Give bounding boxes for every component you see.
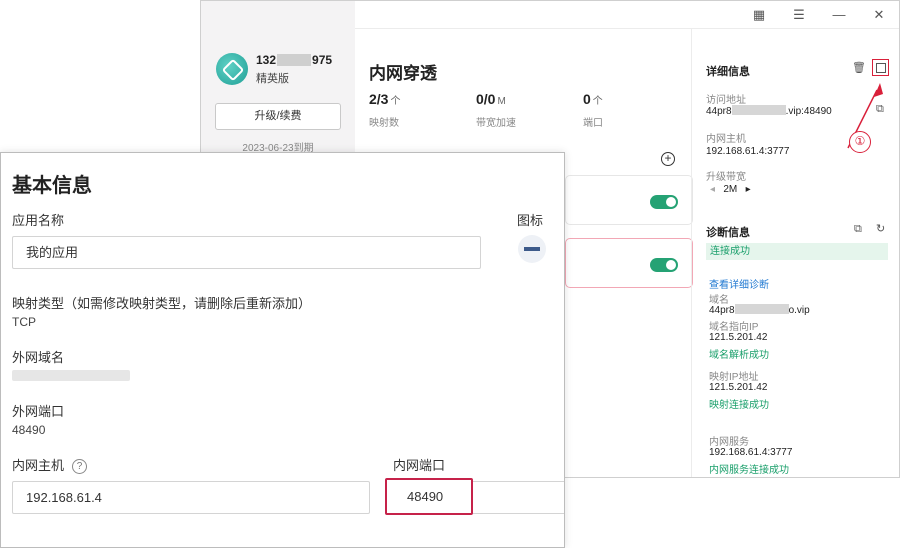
stat-unit: M bbox=[497, 96, 506, 107]
ext-port-value: 48490 bbox=[12, 423, 46, 437]
annotation-marker: ① bbox=[849, 131, 871, 153]
bandwidth-value: 2M bbox=[723, 184, 738, 195]
app-name-label: 应用名称 bbox=[12, 213, 65, 228]
domain-blur bbox=[734, 304, 789, 314]
access-label: 访问地址 bbox=[706, 95, 746, 106]
decrease-icon[interactable]: ◂ bbox=[710, 184, 715, 195]
account-number: 132 975 bbox=[256, 53, 332, 67]
upgrade-button[interactable]: 升级/续费 bbox=[215, 103, 341, 130]
access-blur bbox=[731, 105, 786, 115]
stat-label: 带宽加速 bbox=[476, 118, 516, 129]
stat-ports: 0个 端口 bbox=[583, 91, 603, 129]
map-ok: 映射连接成功 bbox=[709, 400, 769, 411]
add-mapping-icon[interactable]: + bbox=[661, 152, 675, 166]
map-ip-value: 121.5.201.42 bbox=[709, 382, 768, 393]
page-title: 内网穿透 bbox=[369, 64, 437, 83]
int-host-input[interactable]: 192.168.61.4 bbox=[12, 481, 370, 514]
stat-num: 0 bbox=[583, 91, 591, 107]
close-icon[interactable]: ✕ bbox=[871, 7, 887, 23]
int-port-input-extent bbox=[473, 481, 564, 514]
view-diag-link[interactable]: 查看详细诊断 bbox=[709, 276, 769, 291]
avatar[interactable] bbox=[216, 53, 248, 85]
mapping-toggle[interactable] bbox=[650, 258, 678, 272]
domain-ip-label: 域名指向IP bbox=[709, 322, 759, 333]
mapping-toggle[interactable] bbox=[650, 195, 678, 209]
detail-panel: 详细信息 🗑 访问地址 44pr8 .vip:48490 ⧉ 内网主机 192.1… bbox=[691, 29, 899, 477]
domain-prefix: 44pr8 bbox=[709, 305, 735, 316]
access-suffix: .vip:48490 bbox=[785, 106, 832, 117]
stat-num: 2/3 bbox=[369, 91, 389, 107]
refresh-icon[interactable]: ↻ bbox=[876, 222, 885, 235]
ext-port-label: 外网端口 bbox=[12, 404, 65, 419]
stat-label: 端口 bbox=[583, 118, 603, 129]
mapping-card[interactable] bbox=[565, 175, 693, 225]
increase-icon[interactable]: ▸ bbox=[746, 184, 751, 195]
title-bar: ▦ ☰ — ✕ bbox=[355, 1, 899, 29]
minimize-icon[interactable]: — bbox=[831, 7, 847, 23]
stat-mappings: 2/3 个 映射数 bbox=[369, 91, 400, 129]
icon-label: 图标 bbox=[517, 213, 544, 228]
dialog-title: 基本信息 bbox=[12, 175, 92, 197]
int-port-label: 内网端口 bbox=[393, 458, 446, 473]
svc-value: 192.168.61.4:3777 bbox=[709, 447, 793, 458]
copy-icon[interactable]: ⧉ bbox=[876, 103, 884, 116]
access-value: 44pr8 .vip:48490 bbox=[706, 105, 832, 117]
ext-domain-blurred bbox=[12, 370, 130, 381]
stat-unit: 个 bbox=[592, 96, 603, 107]
account-prefix: 132 bbox=[256, 53, 277, 67]
edit-icon[interactable] bbox=[872, 59, 889, 76]
qrcode-icon[interactable]: ▦ bbox=[751, 7, 767, 23]
int-port-input[interactable]: 48490 bbox=[385, 478, 473, 515]
mapping-card-selected[interactable] bbox=[565, 238, 693, 288]
host-label: 内网主机 bbox=[706, 134, 746, 145]
app-icon-preview[interactable] bbox=[518, 235, 546, 263]
domain-value: 44pr8 o.vip bbox=[709, 304, 810, 316]
app-name-input[interactable]: 我的应用 bbox=[12, 236, 481, 269]
account-blur bbox=[277, 54, 312, 66]
map-ip-label: 映射IP地址 bbox=[709, 372, 759, 383]
edition-label: 精英版 bbox=[256, 73, 289, 85]
stat-num: 0/0 bbox=[476, 91, 496, 107]
diag-status: 连接成功 bbox=[706, 243, 888, 260]
domain-ok: 域名解析成功 bbox=[709, 350, 769, 361]
int-host-label-row: 内网主机? bbox=[12, 455, 88, 474]
screenshot-stage: 132 975 精英版 升级/续费 2023-06-23到期 ▦ ☰ — ✕ 内网… bbox=[0, 0, 900, 548]
help-icon[interactable]: ? bbox=[72, 459, 88, 474]
ext-domain-label: 外网域名 bbox=[12, 350, 65, 365]
host-value: 192.168.61.4:3777 bbox=[706, 146, 790, 157]
copy-icon[interactable]: ⧉ bbox=[854, 223, 862, 236]
diag-title: 诊断信息 bbox=[706, 227, 750, 239]
access-prefix: 44pr8 bbox=[706, 106, 732, 117]
int-host-label: 内网主机 bbox=[12, 458, 65, 473]
account-suffix: 975 bbox=[312, 53, 333, 67]
basic-info-dialog: 基本信息 应用名称 图标 我的应用 映射类型（如需修改映射类型，请删除后重新添加… bbox=[0, 152, 565, 548]
stat-unit: 个 bbox=[390, 96, 401, 107]
trash-icon[interactable]: 🗑 bbox=[852, 61, 866, 74]
domain-ip-value: 121.5.201.42 bbox=[709, 332, 768, 343]
detail-title: 详细信息 bbox=[706, 66, 750, 78]
map-type-value: TCP bbox=[12, 315, 36, 329]
svc-ok: 内网服务连接成功 bbox=[709, 465, 789, 476]
map-type-label: 映射类型（如需修改映射类型，请删除后重新添加） bbox=[12, 296, 312, 311]
domain-suffix: o.vip bbox=[788, 305, 810, 316]
bandwidth-stepper[interactable]: ◂ 2M ▸ bbox=[710, 184, 751, 195]
stat-label: 映射数 bbox=[369, 118, 399, 129]
bandwidth-label: 升级带宽 bbox=[706, 172, 746, 183]
svc-label: 内网服务 bbox=[709, 437, 749, 448]
stat-bandwidth: 0/0 M 带宽加速 bbox=[476, 91, 516, 129]
menu-icon[interactable]: ☰ bbox=[791, 7, 807, 23]
